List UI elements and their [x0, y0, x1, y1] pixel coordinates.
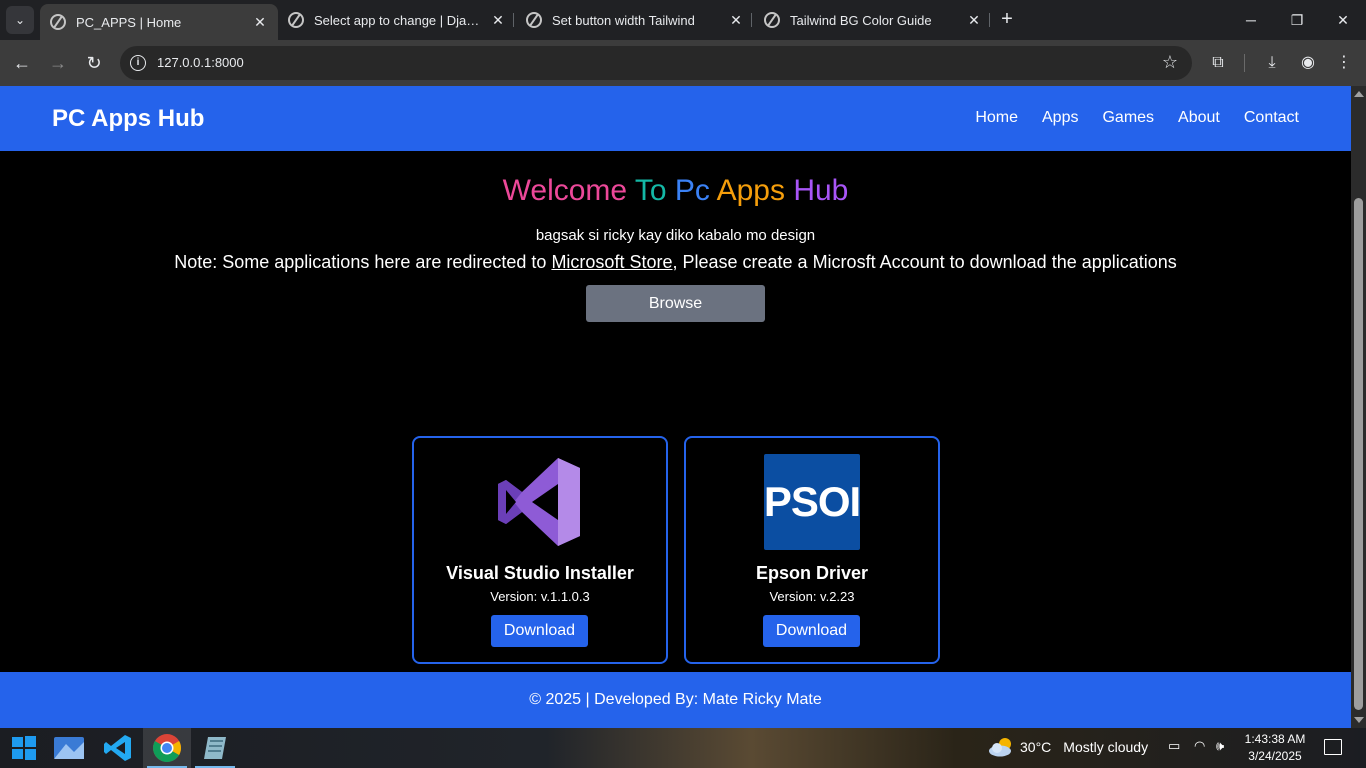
cloudy-weather-icon: [989, 738, 1011, 757]
note-suffix: , Please create a Microsft Account to do…: [672, 252, 1177, 272]
hero-subtitle: bagsak si ricky kay diko kabalo mo desig…: [535, 227, 816, 244]
browser-toolbar: ← → ↻ i 127.0.0.1:8000 ☆ ⧉ ⤓ ◉ ⋮: [0, 40, 1366, 86]
hero-title: Welcome To Pc Apps Hub: [0, 174, 1351, 208]
forward-button[interactable]: →: [46, 51, 70, 75]
wifi-icon[interactable]: ◠: [1194, 738, 1205, 754]
tab-title: Tailwind BG Color Guide: [790, 12, 932, 28]
bookmark-star-icon[interactable]: ☆: [1162, 52, 1178, 73]
hero-title-word: Welcome: [502, 174, 628, 207]
site-footer: © 2025 | Developed By: Mate Ricky Mate: [0, 672, 1351, 728]
hero-title-word: Hub: [785, 174, 849, 207]
taskbar-clock[interactable]: 1:43:38 AM 3/24/2025: [1240, 731, 1310, 765]
windows-logo-icon: [12, 736, 36, 760]
app-name: Visual Studio Installer: [446, 563, 634, 583]
downloads-icon[interactable]: ⤓: [1260, 51, 1284, 75]
scroll-down-arrow-icon[interactable]: [1354, 717, 1364, 723]
nav-link-about[interactable]: About: [1178, 109, 1220, 127]
toolbar-divider: [1244, 54, 1245, 72]
app-card-epson: PSOI Epson Driver Version: v.2.23 Downlo…: [684, 436, 940, 664]
scroll-thumb[interactable]: [1354, 198, 1363, 710]
tab-divider: [513, 13, 514, 27]
chrome-icon: [153, 734, 181, 762]
reload-button[interactable]: ↻: [82, 51, 106, 75]
browse-button[interactable]: Browse: [586, 285, 765, 322]
notification-center-icon[interactable]: [1324, 739, 1342, 755]
visual-studio-icon: [498, 458, 580, 546]
weather-temperature: 30°C: [1020, 739, 1052, 755]
page-scrollbar[interactable]: [1351, 86, 1366, 728]
taskbar-chrome[interactable]: [143, 728, 191, 768]
chatgpt-icon: [526, 12, 542, 28]
weather-description: Mostly cloudy: [1063, 739, 1149, 755]
site-brand[interactable]: PC Apps Hub: [52, 105, 204, 133]
tab-pc-apps-home[interactable]: PC_APPS | Home ✕: [40, 4, 278, 40]
tab-search-button[interactable]: ⌄: [6, 6, 34, 34]
battery-icon[interactable]: ▭: [1168, 738, 1180, 754]
url-text[interactable]: 127.0.0.1:8000: [157, 55, 244, 70]
back-button[interactable]: ←: [10, 51, 34, 75]
site-nav: Home Apps Games About Contact: [975, 109, 1299, 127]
microsoft-store-link[interactable]: Microsoft Store: [551, 252, 672, 272]
taskbar-file-explorer[interactable]: [45, 728, 93, 768]
epson-icon: PSOI: [764, 454, 860, 550]
profile-icon[interactable]: ◉: [1296, 51, 1320, 75]
globe-icon: [50, 14, 66, 30]
address-bar[interactable]: i 127.0.0.1:8000 ☆: [120, 46, 1192, 80]
restore-button[interactable]: ❐: [1274, 0, 1320, 40]
nav-link-home[interactable]: Home: [975, 109, 1018, 127]
menu-kebab-icon[interactable]: ⋮: [1332, 51, 1356, 75]
vscode-icon: [104, 735, 131, 761]
globe-icon: [288, 12, 304, 28]
app-window-icon: [54, 737, 84, 759]
tab-divider: [989, 13, 990, 27]
close-tab-icon[interactable]: ✕: [252, 14, 268, 31]
site-info-icon[interactable]: i: [130, 55, 146, 71]
taskbar-notes-app[interactable]: [191, 728, 239, 768]
close-tab-icon[interactable]: ✕: [966, 12, 982, 29]
scroll-up-arrow-icon[interactable]: [1354, 91, 1364, 97]
app-card-visual-studio: Visual Studio Installer Version: v.1.1.0…: [412, 436, 668, 664]
hero-note: Note: Some applications here are redirec…: [0, 252, 1351, 273]
weather-widget[interactable]: 30°C Mostly cloudy: [988, 737, 1148, 757]
nav-link-games[interactable]: Games: [1102, 109, 1154, 127]
hero-title-word: Pc: [666, 174, 710, 207]
taskbar-vscode[interactable]: [94, 728, 142, 768]
close-tab-icon[interactable]: ✕: [490, 12, 506, 29]
close-tab-icon[interactable]: ✕: [728, 12, 744, 29]
app-name: Epson Driver: [755, 563, 869, 583]
app-version: Version: v.1.1.0.3: [490, 589, 590, 604]
extensions-icon[interactable]: ⧉: [1206, 51, 1230, 75]
site-header: PC Apps Hub Home Apps Games About Contac…: [0, 86, 1351, 151]
download-button[interactable]: Download: [763, 615, 860, 647]
note-prefix: Note: Some applications here are redirec…: [174, 252, 552, 272]
notepad-icon: [204, 737, 226, 759]
tab-divider: [751, 13, 752, 27]
browser-tab-bar: ⌄ PC_APPS | Home ✕ Select app to change …: [0, 0, 1366, 40]
download-button[interactable]: Download: [491, 615, 588, 647]
tab-title: Set button width Tailwind: [552, 12, 695, 28]
nav-link-apps[interactable]: Apps: [1042, 109, 1078, 127]
hero-title-word: Apps: [709, 174, 785, 207]
windows-taskbar: 30°C Mostly cloudy ▭ ◠ 🕪 1:43:38 AM 3/24…: [0, 728, 1366, 768]
nav-link-contact[interactable]: Contact: [1244, 109, 1299, 127]
tab-title: PC_APPS | Home: [76, 14, 182, 30]
page-viewport: PC Apps Hub Home Apps Games About Contac…: [0, 86, 1351, 728]
tab-tailwind-bg-guide[interactable]: Tailwind BG Color Guide ✕: [754, 4, 992, 36]
app-version: Version: v.2.23: [769, 589, 855, 604]
clock-date: 3/24/2025: [1248, 749, 1302, 763]
hero-title-word: To: [627, 174, 667, 207]
tab-django-admin[interactable]: Select app to change | Django site admin…: [278, 4, 516, 36]
start-button[interactable]: [0, 728, 48, 768]
chatgpt-icon: [764, 12, 780, 28]
new-tab-button[interactable]: +: [996, 8, 1018, 32]
tab-title: Select app to change | Django site admin: [314, 12, 484, 28]
close-window-button[interactable]: ✕: [1320, 0, 1366, 40]
volume-icon[interactable]: 🕪: [1216, 738, 1224, 754]
minimize-button[interactable]: ─: [1228, 0, 1274, 40]
tab-set-button-width[interactable]: Set button width Tailwind ✕: [516, 4, 754, 36]
clock-time: 1:43:38 AM: [1244, 732, 1306, 746]
